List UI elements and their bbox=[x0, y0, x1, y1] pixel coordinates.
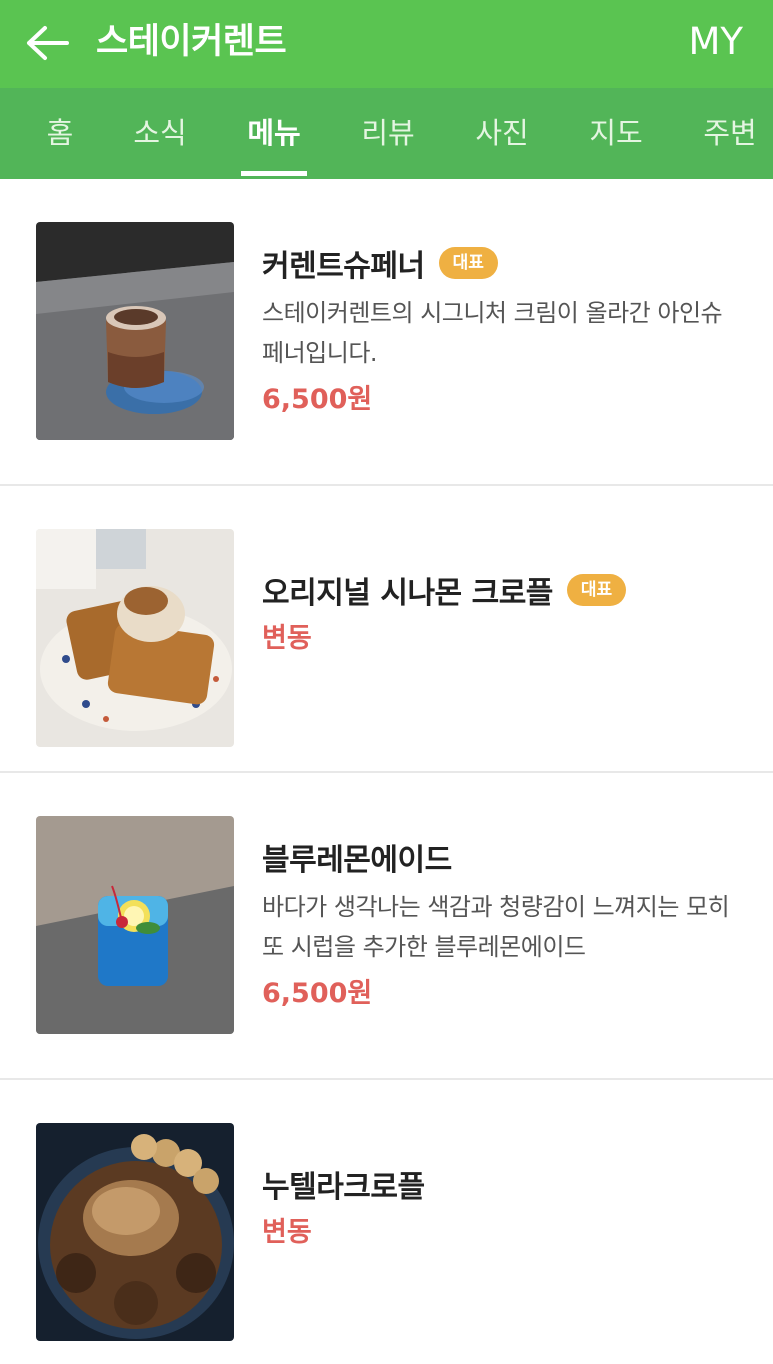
tab-home[interactable]: 홈 bbox=[30, 88, 90, 179]
menu-price: 변동 bbox=[262, 623, 312, 654]
menu-info: 블루레몬에이드 바다가 생각나는 색감과 청량감이 느껴지는 모히또 시럽을 추… bbox=[262, 835, 743, 1015]
menu-info: 커렌트슈페너 대표 스테이커렌트의 시그니처 크림이 올라간 아인슈페너입니다.… bbox=[262, 241, 743, 421]
tab-nearby[interactable]: 주변 bbox=[694, 88, 766, 179]
menu-price: 6,500원 bbox=[262, 384, 373, 415]
menu-photo[interactable] bbox=[36, 222, 234, 440]
menu-info: 누텔라크로플 변동 bbox=[262, 1162, 743, 1254]
menu-photo[interactable] bbox=[36, 1123, 234, 1341]
menu-item[interactable]: 누텔라크로플 변동 bbox=[0, 1080, 773, 1364]
arrow-left-icon bbox=[27, 26, 69, 60]
tab-bar: 홈 소식 메뉴 리뷰 사진 지도 주변 bbox=[0, 88, 773, 179]
menu-description: 바다가 생각나는 색감과 청량감이 느껴지는 모히또 시럽을 추가한 블루레몬에… bbox=[262, 893, 730, 961]
menu-name: 오리지널 시나몬 크로플 bbox=[262, 576, 553, 611]
menu-description: 스테이커렌트의 시그니처 크림이 올라간 아인슈페너입니다. bbox=[262, 299, 723, 367]
tab-reviews[interactable]: 리뷰 bbox=[352, 88, 424, 179]
menu-item[interactable]: 커렌트슈페너 대표 스테이커렌트의 시그니처 크림이 올라간 아인슈페너입니다.… bbox=[0, 179, 773, 486]
menu-price: 6,500원 bbox=[262, 978, 373, 1009]
tab-menu[interactable]: 메뉴 bbox=[238, 88, 310, 179]
menu-name: 블루레몬에이드 bbox=[262, 843, 452, 878]
tab-photos[interactable]: 사진 bbox=[466, 88, 538, 179]
menu-price: 변동 bbox=[262, 1217, 312, 1248]
menu-name: 커렌트슈페너 bbox=[262, 249, 425, 284]
menu-list: 커렌트슈페너 대표 스테이커렌트의 시그니처 크림이 올라간 아인슈페너입니다.… bbox=[0, 179, 773, 1364]
active-tab-indicator bbox=[241, 171, 307, 176]
menu-photo[interactable] bbox=[36, 816, 234, 1034]
back-button[interactable] bbox=[22, 20, 72, 66]
signature-badge: 대표 bbox=[438, 247, 498, 279]
my-button[interactable]: MY bbox=[688, 18, 743, 66]
tab-news[interactable]: 소식 bbox=[124, 88, 196, 179]
app-header: 스테이커렌트 MY bbox=[0, 0, 773, 88]
menu-name: 누텔라크로플 bbox=[262, 1170, 425, 1205]
menu-item[interactable]: 블루레몬에이드 바다가 생각나는 색감과 청량감이 느껴지는 모히또 시럽을 추… bbox=[0, 773, 773, 1080]
signature-badge: 대표 bbox=[566, 574, 627, 606]
menu-item[interactable]: 오리지널 시나몬 크로플 대표 변동 bbox=[0, 486, 773, 773]
menu-photo[interactable] bbox=[36, 529, 234, 747]
tab-map[interactable]: 지도 bbox=[580, 88, 652, 179]
menu-info: 오리지널 시나몬 크로플 대표 변동 bbox=[262, 568, 743, 660]
page-title: 스테이커렌트 bbox=[96, 22, 287, 62]
